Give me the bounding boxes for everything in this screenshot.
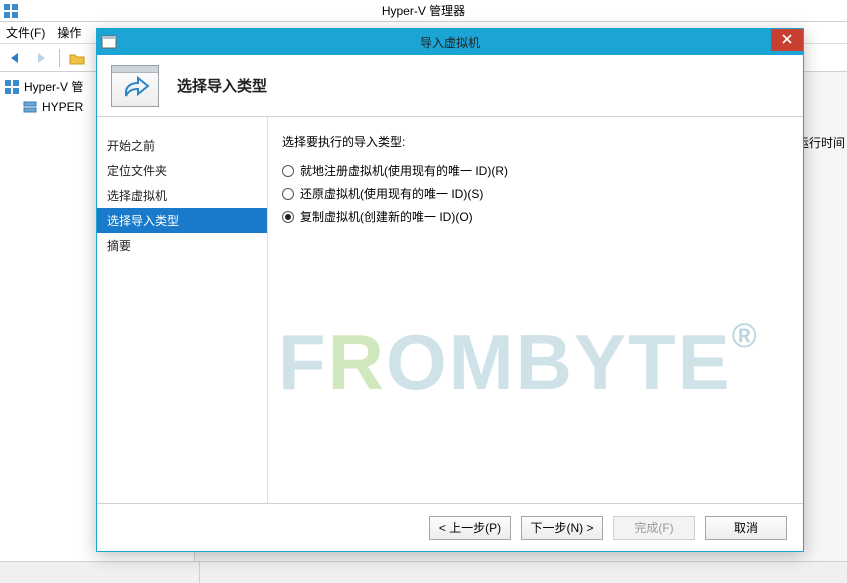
arrow-share-icon [120, 76, 150, 102]
cancel-button[interactable]: 取消 [705, 516, 787, 540]
dialog-close-button[interactable] [771, 29, 803, 51]
toolbar-separator [59, 49, 60, 67]
nav-forward-button[interactable] [30, 47, 54, 69]
hyperv-app-icon [4, 4, 18, 18]
watermark: FROMBYTE® [278, 317, 759, 408]
watermark-text: F [278, 318, 328, 406]
nav-back-button[interactable] [4, 47, 28, 69]
wizard-nav: 开始之前 定位文件夹 选择虚拟机 选择导入类型 摘要 [97, 117, 267, 503]
radio-register-label: 就地注册虚拟机(使用现有的唯一 ID)(R) [300, 162, 508, 179]
radio-copy-label: 复制虚拟机(创建新的唯一 ID)(O) [300, 208, 473, 225]
watermark-text: R [328, 318, 386, 406]
radio-icon [282, 211, 294, 223]
wizard-step-locate-folder[interactable]: 定位文件夹 [97, 158, 267, 183]
server-tree-icon [22, 99, 38, 115]
watermark-text: B [516, 318, 574, 406]
import-vm-dialog: 导入虚拟机 选择导入类型 开始之前 定位文件夹 选择虚拟机 选择导入类型 摘要 … [96, 28, 804, 552]
dialog-title: 导入虚拟机 [97, 34, 803, 51]
menu-action[interactable]: 操作 [57, 24, 81, 41]
radio-restore-vm[interactable]: 还原虚拟机(使用现有的唯一 ID)(S) [282, 185, 783, 202]
tree-child-label: HYPER [42, 100, 83, 114]
dialog-header-title: 选择导入类型 [177, 75, 267, 96]
wizard-step-import-type[interactable]: 选择导入类型 [97, 208, 267, 233]
next-button[interactable]: 下一步(N) > [521, 516, 603, 540]
wizard-icon [111, 65, 159, 107]
radio-register-inplace[interactable]: 就地注册虚拟机(使用现有的唯一 ID)(R) [282, 162, 783, 179]
watermark-text: OM [386, 318, 516, 406]
prev-button[interactable]: < 上一步(P) [429, 516, 511, 540]
watermark-reg: ® [732, 317, 759, 355]
status-segment [0, 562, 200, 583]
import-type-prompt: 选择要执行的导入类型: [282, 133, 783, 150]
dialog-button-row: < 上一步(P) 下一步(N) > 完成(F) 取消 [97, 503, 803, 551]
toolbar-folder-button[interactable] [65, 47, 89, 69]
dialog-titlebar: 导入虚拟机 [97, 29, 803, 55]
close-icon [782, 33, 792, 47]
hyperv-tree-icon [4, 79, 20, 95]
manager-title: Hyper-V 管理器 [382, 2, 465, 19]
dialog-main: 开始之前 定位文件夹 选择虚拟机 选择导入类型 摘要 选择要执行的导入类型: 就… [97, 117, 803, 503]
wizard-step-select-vm[interactable]: 选择虚拟机 [97, 183, 267, 208]
watermark-text: YTE [574, 318, 732, 406]
radio-copy-vm[interactable]: 复制虚拟机(创建新的唯一 ID)(O) [282, 208, 783, 225]
finish-button: 完成(F) [613, 516, 695, 540]
tree-root-label: Hyper-V 管 [24, 78, 83, 95]
radio-icon [282, 165, 294, 177]
dialog-content: 选择要执行的导入类型: 就地注册虚拟机(使用现有的唯一 ID)(R) 还原虚拟机… [267, 117, 803, 503]
manager-statusbar [0, 561, 847, 583]
radio-icon [282, 188, 294, 200]
wizard-step-before-begin[interactable]: 开始之前 [97, 133, 267, 158]
dialog-header: 选择导入类型 [97, 55, 803, 117]
wizard-step-summary[interactable]: 摘要 [97, 233, 267, 258]
manager-titlebar: Hyper-V 管理器 [0, 0, 847, 22]
menu-file[interactable]: 文件(F) [6, 24, 45, 41]
column-runtime-label: 运行时间 [797, 134, 845, 151]
radio-restore-label: 还原虚拟机(使用现有的唯一 ID)(S) [300, 185, 483, 202]
